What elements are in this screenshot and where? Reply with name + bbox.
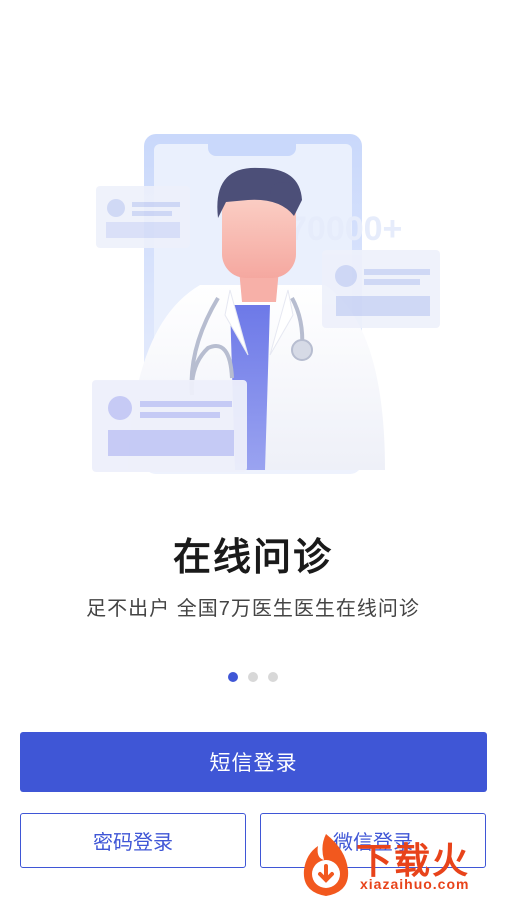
page-subtitle: 足不出户 全国7万医生医生在线问诊 bbox=[86, 598, 420, 620]
watermark: 下载火 xiazaihuo.com bbox=[296, 828, 506, 900]
sms-login-button[interactable]: 短信登录 bbox=[20, 732, 487, 792]
info-card-top-left bbox=[96, 186, 190, 248]
page-indicator bbox=[0, 672, 506, 682]
illustration-badge: 70000+ bbox=[288, 210, 402, 248]
info-card-right bbox=[322, 250, 440, 328]
page-dot-3[interactable] bbox=[268, 672, 278, 682]
watermark-url: xiazaihuo.com bbox=[360, 876, 470, 892]
info-card-bottom-left bbox=[92, 380, 247, 472]
page-dot-1[interactable] bbox=[228, 672, 238, 682]
doctor-illustration: 70000+ bbox=[92, 134, 440, 474]
page-dot-2[interactable] bbox=[248, 672, 258, 682]
page-title: 在线问诊 bbox=[172, 534, 333, 579]
flame-logo-icon bbox=[303, 834, 349, 896]
password-login-button[interactable]: 密码登录 bbox=[20, 813, 246, 868]
